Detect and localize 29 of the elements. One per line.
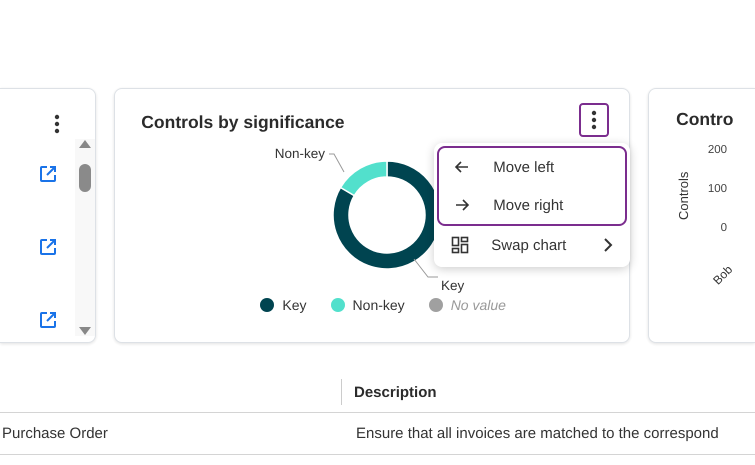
legend-label: Non-key xyxy=(352,297,405,313)
scrollbar[interactable] xyxy=(75,139,96,336)
tick-label: 0 xyxy=(720,222,728,234)
axis-label: Controls xyxy=(676,170,692,222)
menu-item[interactable]: Swap chart xyxy=(437,226,628,264)
grid-icon xyxy=(451,236,470,254)
tick-label: 100 xyxy=(708,183,728,195)
more-icon xyxy=(54,114,60,134)
leader-line xyxy=(328,154,345,172)
card-title: Contro xyxy=(676,109,734,130)
legend-label: No value xyxy=(450,297,506,313)
scroll-up-icon xyxy=(78,139,92,149)
tick-label: 200 xyxy=(708,144,728,156)
card-title: Controls by significance xyxy=(141,112,345,132)
menu-item[interactable]: Move left xyxy=(439,148,626,186)
chevron-right-icon xyxy=(603,238,614,252)
more-icon xyxy=(591,110,598,130)
axis-label: Bob xyxy=(710,262,736,288)
more-menu-button[interactable] xyxy=(579,103,610,137)
table-cell-text: Purchase Order xyxy=(1,425,109,442)
column-header: Description xyxy=(341,379,437,405)
scrollbar-thumb[interactable] xyxy=(79,164,92,192)
legend-label: Key xyxy=(282,297,307,313)
slice-label: Non-key xyxy=(274,146,326,161)
leader-line xyxy=(414,258,439,278)
scroll-down-icon xyxy=(78,326,92,336)
slice-label: Key xyxy=(441,278,464,293)
menu-item[interactable]: Move right xyxy=(439,186,626,224)
table-cell: Ensure that all invoices are matched to the correspond xyxy=(356,425,719,442)
